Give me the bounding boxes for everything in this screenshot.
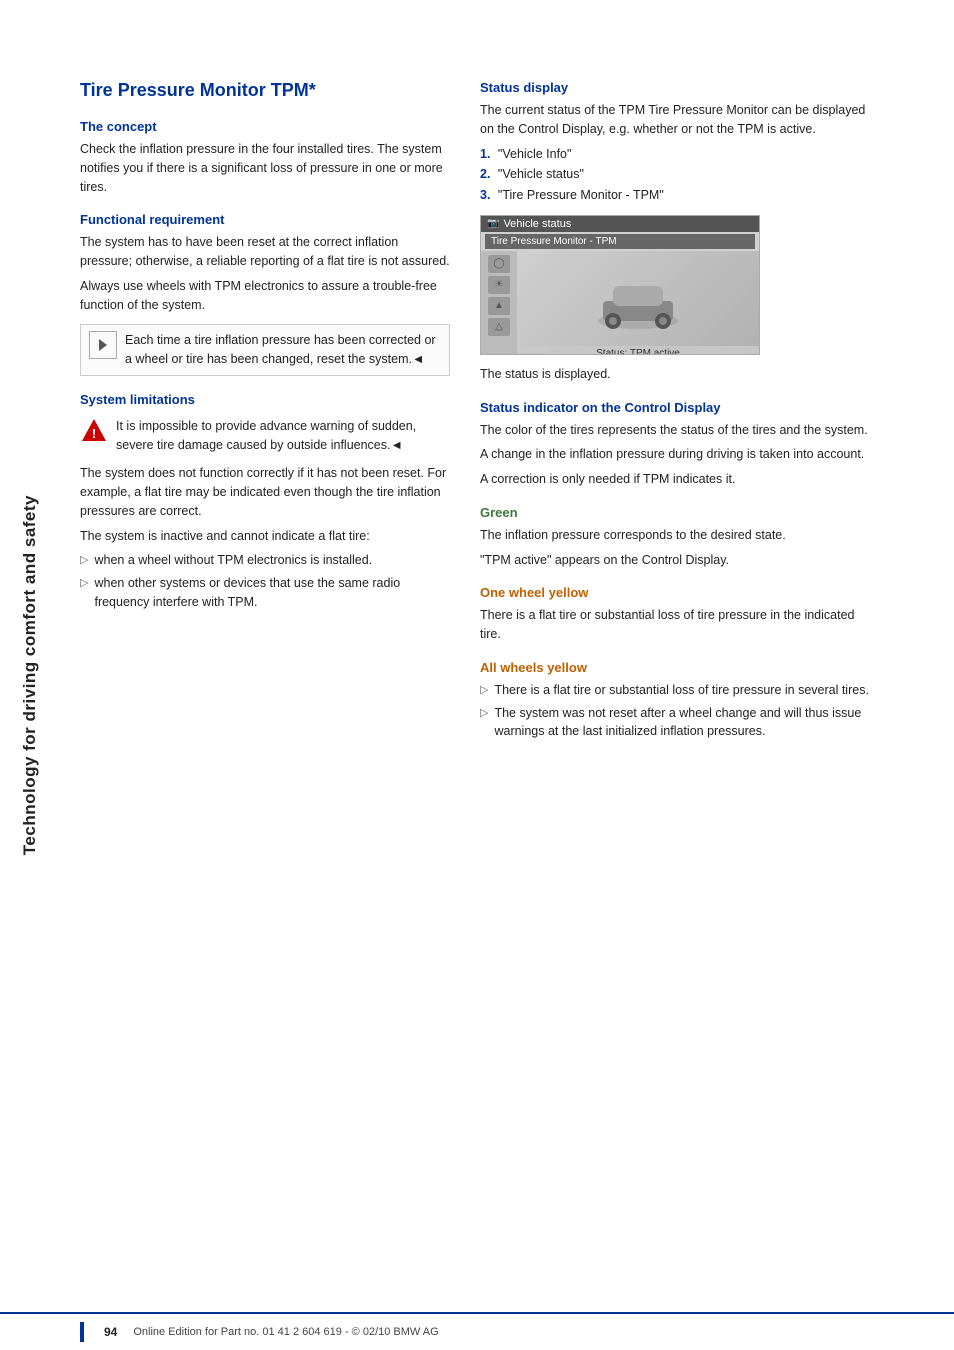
page-number: 94	[104, 1325, 117, 1339]
status-display-para: The current status of the TPM Tire Press…	[480, 101, 870, 139]
screen-body: ◯ ☀ ▲ △	[481, 251, 759, 355]
car-silhouette	[588, 276, 688, 336]
section-heading-limitations: System limitations	[80, 392, 450, 407]
limitations-para-0: The system does not function correctly i…	[80, 464, 450, 520]
after-screen-text: The status is displayed.	[480, 365, 870, 384]
section-heading-one-wheel-yellow: One wheel yellow	[480, 585, 870, 600]
warning-text: It is impossible to provide advance warn…	[116, 417, 450, 455]
list-item: ▷ when other systems or devices that use…	[80, 574, 450, 612]
left-column: Tire Pressure Monitor TPM* The concept C…	[80, 80, 450, 749]
screen-sidebar-icons: ◯ ☀ ▲ △	[481, 251, 517, 355]
warning-icon: !	[80, 417, 108, 445]
numbered-list: 1. "Vehicle Info" 2. "Vehicle status" 3.…	[480, 145, 870, 205]
warning-triangle-icon: !	[80, 417, 108, 445]
list-item: ▷ There is a flat tire or substantial lo…	[480, 681, 870, 700]
one-wheel-yellow-para: There is a flat tire or substantial loss…	[480, 606, 870, 644]
section-heading-status-indicator: Status indicator on the Control Display	[480, 400, 870, 415]
green-para-1: "TPM active" appears on the Control Disp…	[480, 551, 870, 570]
main-content: Tire Pressure Monitor TPM* The concept C…	[60, 0, 954, 1350]
note-box: Each time a tire inflation pressure has …	[80, 324, 450, 376]
list-item: ▷ The system was not reset after a wheel…	[480, 704, 870, 742]
section-heading-all-wheels-yellow: All wheels yellow	[480, 660, 870, 675]
list-item-text: "Tire Pressure Monitor - TPM"	[498, 188, 664, 202]
list-item-text: The system was not reset after a wheel c…	[494, 704, 870, 742]
section-heading-functional: Functional requirement	[80, 212, 450, 227]
screen-sidebar-icon-3: ▲	[488, 297, 510, 315]
list-item: 3. "Tire Pressure Monitor - TPM"	[480, 186, 870, 205]
screen-image: 📷 Vehicle status Tire Pressure Monitor -…	[480, 215, 760, 355]
list-item-text: "Vehicle Info"	[498, 147, 572, 161]
list-item: 1. "Vehicle Info"	[480, 145, 870, 164]
list-item-text: when a wheel without TPM electronics is …	[94, 551, 372, 570]
screen-inner-title: Tire Pressure Monitor - TPM	[491, 236, 617, 247]
bullet-triangle-icon: ▷	[80, 575, 88, 592]
footer-text: Online Edition for Part no. 01 41 2 604 …	[133, 1326, 438, 1338]
arrow-right-icon	[95, 337, 111, 353]
status-indicator-para-2: A correction is only needed if TPM indic…	[480, 470, 870, 489]
list-item-text: There is a flat tire or substantial loss…	[494, 681, 868, 700]
right-column: Status display The current status of the…	[480, 80, 870, 749]
limitations-bullet-list: ▷ when a wheel without TPM electronics i…	[80, 551, 450, 611]
screen-sidebar-icon-1: ◯	[488, 255, 510, 273]
sidebar-label: Technology for driving comfort and safet…	[20, 495, 40, 855]
footer-bar	[80, 1322, 84, 1342]
screen-inner-titlebar: Tire Pressure Monitor - TPM	[485, 234, 755, 249]
screen-titlebar: 📷 Vehicle status	[481, 216, 759, 232]
warning-box: ! It is impossible to provide advance wa…	[80, 417, 450, 455]
screen-title: Vehicle status	[503, 218, 571, 230]
bullet-triangle-icon: ▷	[80, 552, 88, 569]
page-container: Technology for driving comfort and safet…	[0, 0, 954, 1350]
all-wheels-yellow-bullet-list: ▷ There is a flat tire or substantial lo…	[480, 681, 870, 741]
screen-sidebar-icon-4: △	[488, 318, 510, 336]
sidebar: Technology for driving comfort and safet…	[0, 0, 60, 1350]
screen-status-text: Status: TPM active	[596, 348, 680, 355]
list-item-text: "Vehicle status"	[498, 167, 584, 181]
bullet-triangle-icon: ▷	[480, 682, 488, 699]
green-para-0: The inflation pressure corresponds to th…	[480, 526, 870, 545]
page-title: Tire Pressure Monitor TPM*	[80, 80, 450, 101]
section-heading-concept: The concept	[80, 119, 450, 134]
bullet-triangle-icon: ▷	[480, 705, 488, 722]
status-indicator-para-1: A change in the inflation pressure durin…	[480, 445, 870, 464]
screen-main-area: Status: TPM active	[517, 251, 759, 355]
two-column-layout: Tire Pressure Monitor TPM* The concept C…	[80, 80, 924, 749]
list-item-text: when other systems or devices that use t…	[94, 574, 450, 612]
screen-status-bar: Status: TPM active	[517, 346, 759, 355]
list-item: ▷ when a wheel without TPM electronics i…	[80, 551, 450, 570]
functional-para-0: The system has to have been reset at the…	[80, 233, 450, 271]
note-text: Each time a tire inflation pressure has …	[125, 331, 441, 369]
functional-para-1: Always use wheels with TPM electronics t…	[80, 277, 450, 315]
note-icon	[89, 331, 117, 359]
list-item: 2. "Vehicle status"	[480, 165, 870, 184]
car-display-area	[517, 251, 759, 355]
svg-text:!: !	[92, 426, 96, 441]
footer: 94 Online Edition for Part no. 01 41 2 6…	[0, 1312, 954, 1350]
status-indicator-para-0: The color of the tires represents the st…	[480, 421, 870, 440]
limitations-para-1: The system is inactive and cannot indica…	[80, 527, 450, 546]
screen-sidebar-icon-2: ☀	[488, 276, 510, 294]
screen-icon: 📷	[487, 218, 499, 229]
concept-para-0: Check the inflation pressure in the four…	[80, 140, 450, 196]
section-heading-status-display: Status display	[480, 80, 870, 95]
section-heading-green: Green	[480, 505, 870, 520]
